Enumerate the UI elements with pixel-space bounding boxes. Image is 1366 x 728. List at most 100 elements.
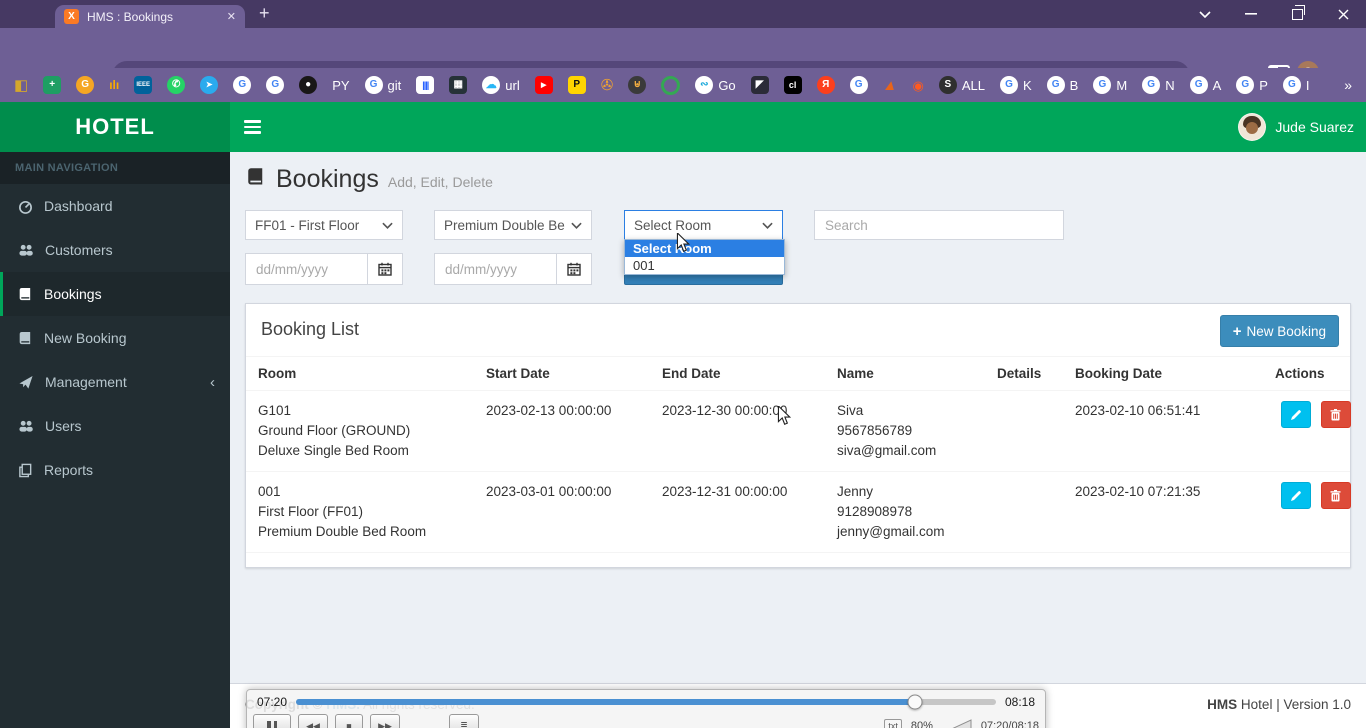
bookmark-whatsapp[interactable]: ✆ bbox=[167, 76, 185, 94]
tab-close-icon[interactable]: ✕ bbox=[227, 10, 236, 23]
sidebar-item-label: Users bbox=[45, 418, 82, 434]
bookmark-ieee[interactable]: IEEE bbox=[134, 76, 152, 94]
sidebar-item-dashboard[interactable]: Dashboard bbox=[0, 184, 230, 228]
bookmark-p2[interactable]: GP bbox=[1236, 76, 1268, 94]
bookmark-falcon[interactable]: ◤ bbox=[751, 76, 769, 94]
bookmark-k[interactable]: GK bbox=[1000, 76, 1032, 94]
bookmark-google-2[interactable]: G bbox=[266, 76, 284, 94]
room-select-dropdown: Select Room 001 bbox=[624, 239, 785, 275]
fast-forward-button[interactable]: ▶▶ bbox=[370, 714, 400, 728]
bookmark-analytics[interactable]: ılı bbox=[109, 78, 119, 92]
start-date-input[interactable] bbox=[245, 253, 367, 285]
bookmark-label: I bbox=[1306, 78, 1310, 93]
chevron-down-icon bbox=[571, 222, 582, 229]
new-tab-button[interactable]: + bbox=[259, 3, 270, 24]
sidebar-item-label: Bookings bbox=[44, 286, 102, 302]
bookmark-n[interactable]: GN bbox=[1142, 76, 1174, 94]
bookmark-sheets[interactable]: + bbox=[43, 76, 61, 94]
subtitle-button[interactable]: txt bbox=[884, 719, 902, 728]
floor-select[interactable]: FF01 - First Floor bbox=[245, 210, 403, 240]
stop-button[interactable]: ■ bbox=[335, 714, 363, 728]
pause-button[interactable] bbox=[253, 714, 291, 728]
room-select-value: Select Room bbox=[634, 218, 756, 233]
window-restore-button[interactable] bbox=[1280, 0, 1314, 28]
google-icon: G bbox=[1047, 76, 1065, 94]
sidebar: MAIN NAVIGATION Dashboard Customers Book… bbox=[0, 152, 230, 728]
bookmark-cl[interactable]: cl bbox=[784, 76, 802, 94]
sidebar-item-customers[interactable]: Customers bbox=[0, 228, 230, 272]
bookmark-py[interactable]: PY bbox=[332, 78, 349, 93]
bookmark-b[interactable]: GB bbox=[1047, 76, 1079, 94]
calendar-addon[interactable] bbox=[556, 253, 592, 285]
page-subtitle: Add, Edit, Delete bbox=[388, 174, 493, 190]
bookmark-barcode[interactable]: |||| bbox=[416, 76, 434, 94]
user-name: Jude Suarez bbox=[1275, 119, 1354, 135]
bookmark-telegram[interactable]: ➤ bbox=[200, 76, 218, 94]
end-date-input[interactable] bbox=[434, 253, 556, 285]
bookmark-i[interactable]: GI bbox=[1283, 76, 1310, 94]
sidebar-item-bookings[interactable]: Bookings bbox=[0, 272, 230, 316]
table-header-row: Room Start Date End Date Name Details Bo… bbox=[246, 357, 1350, 391]
bookmark-all[interactable]: SALL bbox=[939, 76, 985, 94]
calendar-addon[interactable] bbox=[367, 253, 403, 285]
bookmarks-overflow-chevron[interactable]: » bbox=[1344, 77, 1352, 93]
dropdown-option-001[interactable]: 001 bbox=[625, 257, 784, 274]
new-booking-button[interactable]: + New Booking bbox=[1220, 315, 1339, 347]
edit-button[interactable] bbox=[1281, 482, 1311, 509]
bookmark-cart[interactable]: ⊎ bbox=[628, 76, 646, 94]
bookmark-a[interactable]: GA bbox=[1190, 76, 1222, 94]
actions-cell bbox=[1265, 472, 1350, 553]
bookmark-eye[interactable]: ◉ bbox=[913, 79, 924, 92]
col-end-date: End Date bbox=[652, 357, 827, 391]
user-menu[interactable]: Jude Suarez bbox=[1238, 102, 1354, 152]
bookmark-ring[interactable] bbox=[661, 76, 680, 95]
playlist-button[interactable]: ≣ bbox=[449, 714, 479, 728]
bookmark-matlab[interactable]: ▲ bbox=[883, 78, 898, 93]
window-close-button[interactable] bbox=[1326, 0, 1360, 28]
delete-button[interactable] bbox=[1321, 482, 1351, 509]
sidebar-toggle-icon[interactable] bbox=[230, 102, 275, 152]
rewind-button[interactable]: ◀◀ bbox=[298, 714, 328, 728]
bookmark-google-3[interactable]: G bbox=[850, 76, 868, 94]
bookmark-camera[interactable]: ✇ bbox=[601, 78, 614, 93]
app-navbar: HOTEL Jude Suarez bbox=[0, 102, 1366, 152]
google-icon: G bbox=[266, 76, 284, 94]
delete-button[interactable] bbox=[1321, 401, 1351, 428]
sidebar-item-reports[interactable]: Reports bbox=[0, 448, 230, 492]
room-select[interactable]: Select Room bbox=[624, 210, 783, 240]
player-seek-slider[interactable] bbox=[296, 695, 996, 709]
dropdown-option-select-room[interactable]: Select Room bbox=[625, 240, 784, 257]
room-floor: Ground Floor (GROUND) bbox=[258, 421, 466, 441]
bookmark-calendar[interactable]: ▦ bbox=[449, 76, 467, 94]
version-rest: Hotel | Version 1.0 bbox=[1237, 697, 1351, 712]
window-minimize-button[interactable] bbox=[1234, 0, 1268, 28]
telegram-icon: ➤ bbox=[200, 76, 218, 94]
sidebar-item-users[interactable]: Users bbox=[0, 404, 230, 448]
youtube-icon: ▶ bbox=[535, 76, 553, 94]
edit-button[interactable] bbox=[1281, 401, 1311, 428]
google-icon: G bbox=[1142, 76, 1160, 94]
seek-handle[interactable] bbox=[908, 694, 923, 709]
bookmark-coin[interactable]: G bbox=[76, 76, 94, 94]
volume-icon[interactable] bbox=[942, 719, 972, 728]
bookmark-url[interactable]: ☁url bbox=[482, 76, 519, 94]
bookmark-go[interactable]: ∾Go bbox=[695, 76, 735, 94]
sidebar-item-management[interactable]: Management ‹ bbox=[0, 360, 230, 404]
ring-icon bbox=[661, 76, 680, 95]
browser-tab[interactable]: X HMS : Bookings ✕ bbox=[55, 5, 245, 28]
bookmark-label: P bbox=[1259, 78, 1268, 93]
search-input[interactable] bbox=[814, 210, 1064, 240]
bookmark-git[interactable]: Ggit bbox=[365, 76, 402, 94]
bookmark-yandex[interactable]: Я bbox=[817, 76, 835, 94]
bookmark-google-1[interactable]: G bbox=[233, 76, 251, 94]
bookmark-p[interactable]: P bbox=[568, 76, 586, 94]
bookmark-github[interactable]: ● bbox=[299, 76, 317, 94]
tab-search-chevron-icon[interactable] bbox=[1188, 0, 1222, 28]
room-type-select[interactable]: Premium Double Bed R bbox=[434, 210, 592, 240]
bookmark-youtube[interactable]: ▶ bbox=[535, 76, 553, 94]
google-icon: G bbox=[365, 76, 383, 94]
sidebar-item-new-booking[interactable]: New Booking bbox=[0, 316, 230, 360]
app-logo[interactable]: HOTEL bbox=[0, 102, 230, 152]
bookmark-paint[interactable]: ◧ bbox=[14, 78, 28, 93]
bookmark-m[interactable]: GM bbox=[1093, 76, 1127, 94]
